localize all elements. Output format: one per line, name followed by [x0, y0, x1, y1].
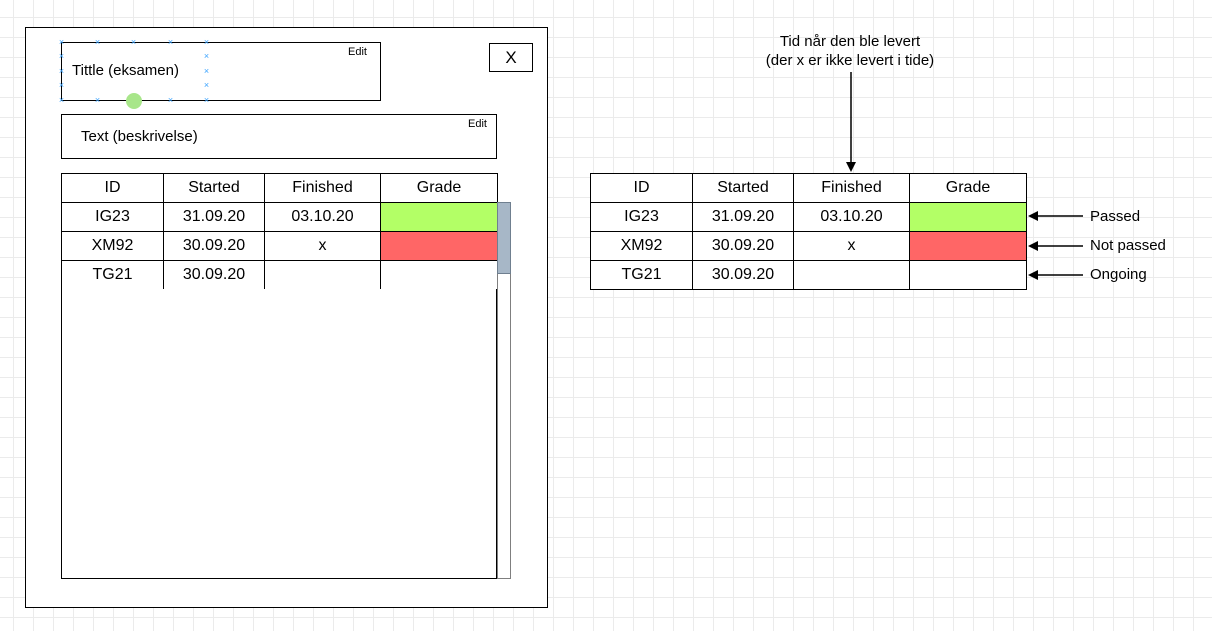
arrow-passed: [1028, 211, 1083, 221]
connector-arrows: [846, 72, 1083, 280]
arrow-not-passed: [1028, 241, 1083, 251]
arrow-ongoing: [1028, 270, 1083, 280]
arrow-to-finished: [846, 72, 856, 172]
